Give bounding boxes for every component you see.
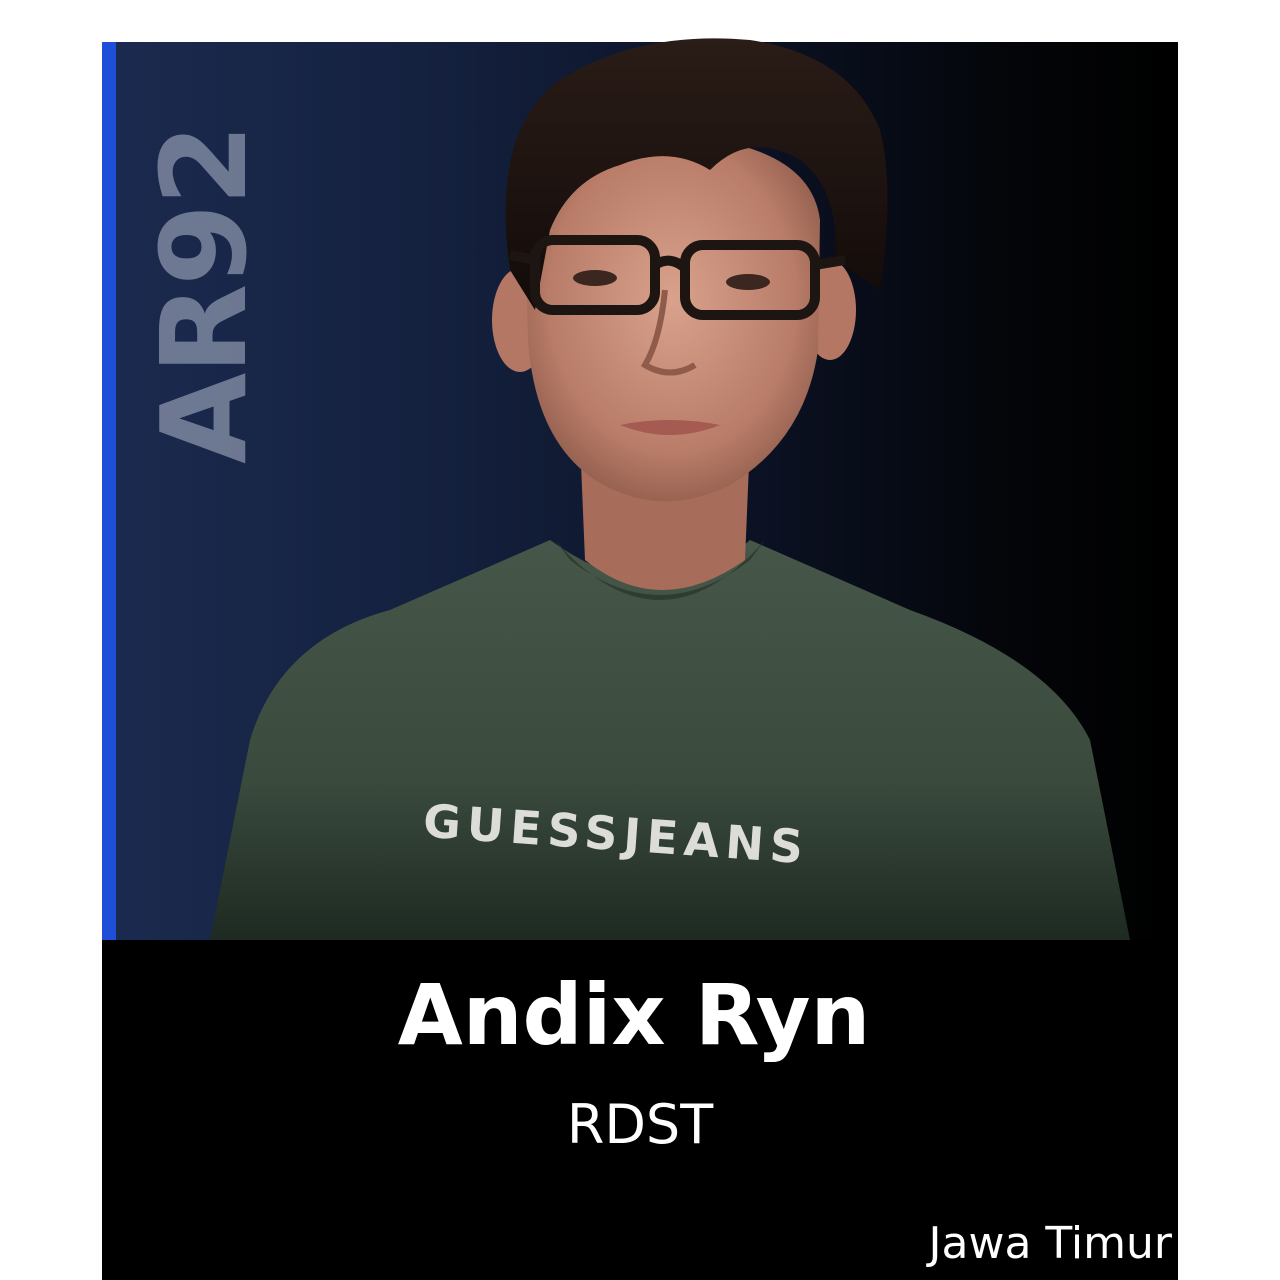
player-name-text: Andix Ryn	[397, 966, 871, 1064]
team-name: RDST	[102, 1090, 1178, 1160]
player-name: Andix Ryn	[102, 965, 1178, 1065]
portrait-illustration: GUESSJEANS	[210, 38, 1130, 940]
right-eye	[726, 274, 770, 290]
shirt	[210, 540, 1130, 940]
profile-card-canvas: AR92 GUESSJEANS Andix Ryn RDST Jawa Timu…	[0, 0, 1280, 1280]
player-portrait: GUESSJEANS	[190, 20, 1140, 940]
team-name-text: RDST	[566, 1093, 714, 1156]
left-eye	[573, 270, 617, 286]
region-label: Jawa Timur	[928, 1218, 1172, 1269]
